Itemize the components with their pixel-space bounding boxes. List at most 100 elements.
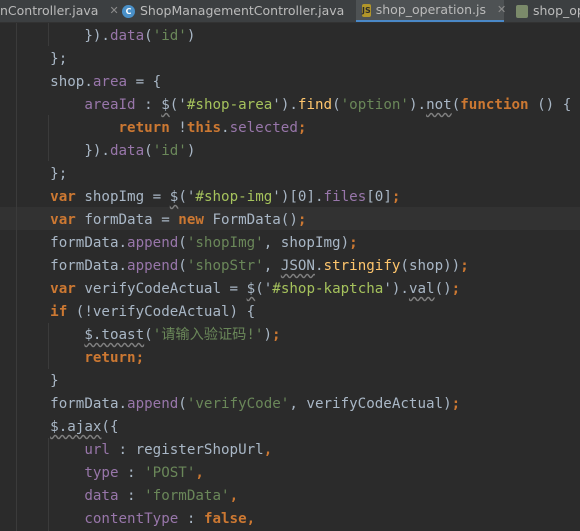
code-token: url [84, 442, 110, 458]
code-token: ) [263, 327, 272, 343]
code-token: shop. [16, 74, 93, 90]
code-token: val [408, 281, 435, 297]
code-line[interactable]: } [16, 370, 59, 393]
code-token: append [127, 258, 179, 274]
code-line[interactable]: }; [16, 48, 67, 71]
code-token: ; [135, 350, 145, 366]
code-token: $.toast [84, 327, 145, 343]
code-token: #shop-img [195, 189, 273, 205]
code-editor[interactable]: }).data('id') }; shop.area = { areaId : … [0, 23, 580, 531]
tab-2[interactable]: C ShopManagementController.java ✕ [116, 0, 365, 22]
code-token: () [434, 281, 452, 297]
code-token: append [127, 396, 179, 412]
code-token: ! [169, 120, 187, 136]
tab-label: ShopManagementController.java [140, 3, 345, 18]
tab-3[interactable]: JS shop_operation.js ✕ [356, 0, 506, 22]
code-line[interactable]: if (!verifyCodeActual) { [16, 301, 255, 324]
code-token: [0] [366, 189, 392, 205]
close-icon[interactable]: ✕ [497, 0, 506, 21]
code-token: ( [144, 28, 153, 44]
code-token: 'shopImg' [186, 235, 264, 251]
code-line[interactable]: }).data('id') [16, 140, 195, 163]
tab-1[interactable]: nController.java ✕ [0, 0, 119, 22]
code-line[interactable]: shop.area = { [16, 71, 161, 94]
js-file-icon: JS [362, 3, 371, 17]
code-token: ')[0]. [272, 189, 324, 205]
code-token: ; [460, 258, 469, 274]
code-token: ; [451, 281, 461, 297]
code-token: } [16, 373, 59, 389]
code-token: formData. [16, 396, 128, 412]
code-line[interactable]: $.ajax({ [16, 416, 118, 439]
code-token: ( [144, 143, 153, 159]
code-line[interactable]: var verifyCodeActual = $('#shop-kaptcha'… [16, 278, 460, 301]
code-token: 'id' [152, 28, 187, 44]
code-token: ) [186, 143, 196, 159]
code-token: var [50, 212, 76, 228]
code-token: '). [383, 281, 409, 297]
code-token: ; [349, 235, 358, 251]
code-token: FormData() [203, 212, 298, 228]
code-token: ( [178, 396, 187, 412]
code-line[interactable]: formData.append('shopImg', shopImg); [16, 232, 358, 255]
code-line[interactable]: return !this.selected; [16, 117, 307, 140]
code-line[interactable]: var shopImg = $('#shop-img')[0].files[0]… [16, 186, 400, 209]
code-token: shopImg = [75, 189, 170, 205]
code-line[interactable]: }; [16, 163, 67, 186]
code-token: data [109, 28, 145, 44]
code-token: formData = [75, 212, 179, 228]
code-token: var [50, 281, 76, 297]
code-token: verifyCodeActual = [75, 281, 247, 297]
code-line[interactable]: return; [16, 347, 144, 370]
code-line[interactable]: data : 'formData', [16, 485, 238, 508]
code-token: area [92, 74, 128, 90]
code-token: return [84, 350, 136, 366]
code-token: ; [451, 396, 461, 412]
code-token: . [221, 120, 230, 136]
code-token: find [297, 97, 333, 113]
code-line[interactable]: var formData = new FormData(); [16, 209, 306, 232]
code-token: formData. [16, 258, 128, 274]
code-token: : [135, 97, 162, 113]
code-token: function [460, 97, 529, 113]
code-token: 'option' [340, 97, 409, 113]
tab-label: nController.java [0, 3, 99, 18]
code-line[interactable]: url : registerShopUrl, [16, 439, 272, 462]
code-line[interactable]: }).data('id') [16, 25, 195, 48]
code-token: data [84, 488, 119, 504]
code-line[interactable]: contentType : false, [16, 508, 255, 531]
tab-label: shop_op [533, 3, 580, 18]
code-token: (' [255, 281, 273, 297]
code-line[interactable]: formData.append('verifyCode', verifyCode… [16, 393, 460, 416]
code-token: files [323, 189, 367, 205]
tab-4[interactable]: shop_op [510, 0, 580, 22]
code-line[interactable]: formData.append('shopStr', JSON.stringif… [16, 255, 469, 278]
code-token: : [178, 511, 204, 527]
code-line[interactable]: $.toast('请输入验证码!'); [16, 324, 280, 347]
code-token: selected [229, 120, 298, 136]
code-token: not [426, 97, 452, 113]
code-token: return [118, 120, 170, 136]
code-token: #shop-kaptcha [272, 281, 384, 297]
code-token: ( [178, 258, 187, 274]
code-token: , verifyCodeActual) [289, 396, 452, 412]
editor-tab-bar: nController.java ✕ C ShopManagementContr… [0, 0, 580, 23]
code-token: ) [186, 28, 196, 44]
code-token: , shopImg) [263, 235, 350, 251]
code-token: 'shopStr' [186, 258, 264, 274]
code-token: ( [451, 97, 461, 113]
code-token: : [118, 465, 145, 481]
code-token: ( [178, 235, 187, 251]
code-line[interactable]: areaId : $('#shop-area').find('option').… [16, 94, 571, 117]
code-token: , [229, 488, 239, 504]
code-line[interactable]: type : 'POST', [16, 462, 204, 485]
